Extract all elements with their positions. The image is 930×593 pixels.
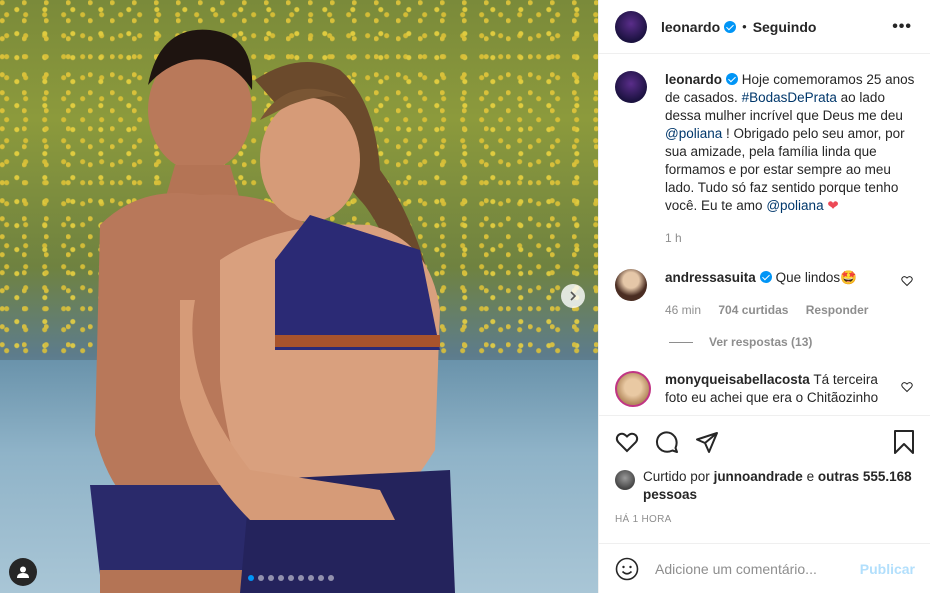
comment-text: Que lindos🤩 [775, 270, 857, 285]
chevron-right-icon [570, 291, 577, 301]
avatar [615, 470, 635, 490]
mention-link[interactable]: @poliana [766, 198, 823, 213]
comment-likes[interactable]: 704 curtidas [718, 303, 788, 317]
carousel-dots [248, 575, 334, 581]
view-replies-label: Ver respostas (13) [709, 335, 813, 349]
post-actions: Curtido por junnoandrade e outras 555.16… [599, 415, 930, 525]
comment: monyqueisabellacosta Tá terceira foto eu… [615, 371, 915, 407]
view-replies-button[interactable]: Ver respostas (13) [669, 335, 915, 349]
heart-icon[interactable] [901, 275, 913, 287]
emoji-icon[interactable] [615, 557, 639, 581]
heart-icon[interactable] [901, 381, 913, 393]
carousel-dot [258, 575, 264, 581]
heart-icon[interactable] [615, 430, 639, 454]
likes-conj: e [806, 469, 815, 484]
next-photo-button[interactable] [561, 284, 585, 308]
tagged-users-button[interactable] [9, 558, 37, 586]
caption: leonardo Hoje comemoramos 25 anos de cas… [615, 71, 915, 247]
verified-icon [726, 73, 739, 85]
carousel-dot [318, 575, 324, 581]
carousel-dot [278, 575, 284, 581]
comment-time[interactable]: 46 min [665, 303, 701, 317]
carousel-dot [268, 575, 274, 581]
avatar[interactable] [615, 371, 651, 407]
photo-woman [180, 62, 455, 593]
verified-icon [759, 271, 772, 283]
carousel-dot [288, 575, 294, 581]
carousel-dot [298, 575, 304, 581]
post-panel: leonardo • Seguindo ••• leonardo Hoje co… [598, 0, 930, 593]
comment-username[interactable]: andressasuita [665, 270, 756, 285]
reply-button[interactable]: Responder [806, 303, 869, 317]
header-username[interactable]: leonardo [661, 19, 720, 35]
likes-summary[interactable]: Curtido por junnoandrade e outras 555.16… [615, 468, 915, 504]
caption-time: 1 h [665, 231, 682, 245]
avatar[interactable] [615, 10, 647, 43]
avatar[interactable] [615, 269, 647, 301]
separator: • [742, 19, 747, 34]
likes-user[interactable]: junnoandrade [714, 469, 803, 484]
hashtag-link[interactable]: #BodasDePrata [742, 90, 837, 105]
comments-section[interactable]: leonardo Hoje comemoramos 25 anos de cas… [599, 55, 930, 415]
verified-icon [724, 20, 737, 33]
caption-username[interactable]: leonardo [665, 72, 722, 87]
share-icon[interactable] [695, 430, 719, 454]
avatar[interactable] [615, 71, 647, 103]
post-photo[interactable] [0, 0, 598, 593]
publish-button[interactable]: Publicar [860, 561, 915, 577]
carousel-dot [248, 575, 254, 581]
mention-link[interactable]: @poliana [665, 126, 722, 141]
likes-prefix: Curtido por [643, 469, 710, 484]
comment-icon[interactable] [655, 430, 679, 454]
comment-input[interactable]: Adicione um comentário... [655, 561, 860, 577]
post-header: leonardo • Seguindo ••• [599, 0, 930, 54]
comment-username[interactable]: monyqueisabellacosta [665, 372, 810, 387]
bookmark-icon[interactable] [893, 430, 915, 454]
comment: andressasuita Que lindos🤩 46 min 704 cur… [615, 269, 915, 319]
divider [669, 341, 693, 343]
user-icon [17, 566, 29, 578]
carousel-dot [308, 575, 314, 581]
follow-status[interactable]: Seguindo [753, 19, 817, 35]
heart-emoji: ❤ [827, 198, 839, 213]
add-comment-bar: Adicione um comentário... Publicar [599, 543, 930, 593]
post-timestamp[interactable]: HÁ 1 HORA [615, 514, 915, 525]
more-options-icon[interactable]: ••• [892, 18, 912, 36]
carousel-dot [328, 575, 334, 581]
